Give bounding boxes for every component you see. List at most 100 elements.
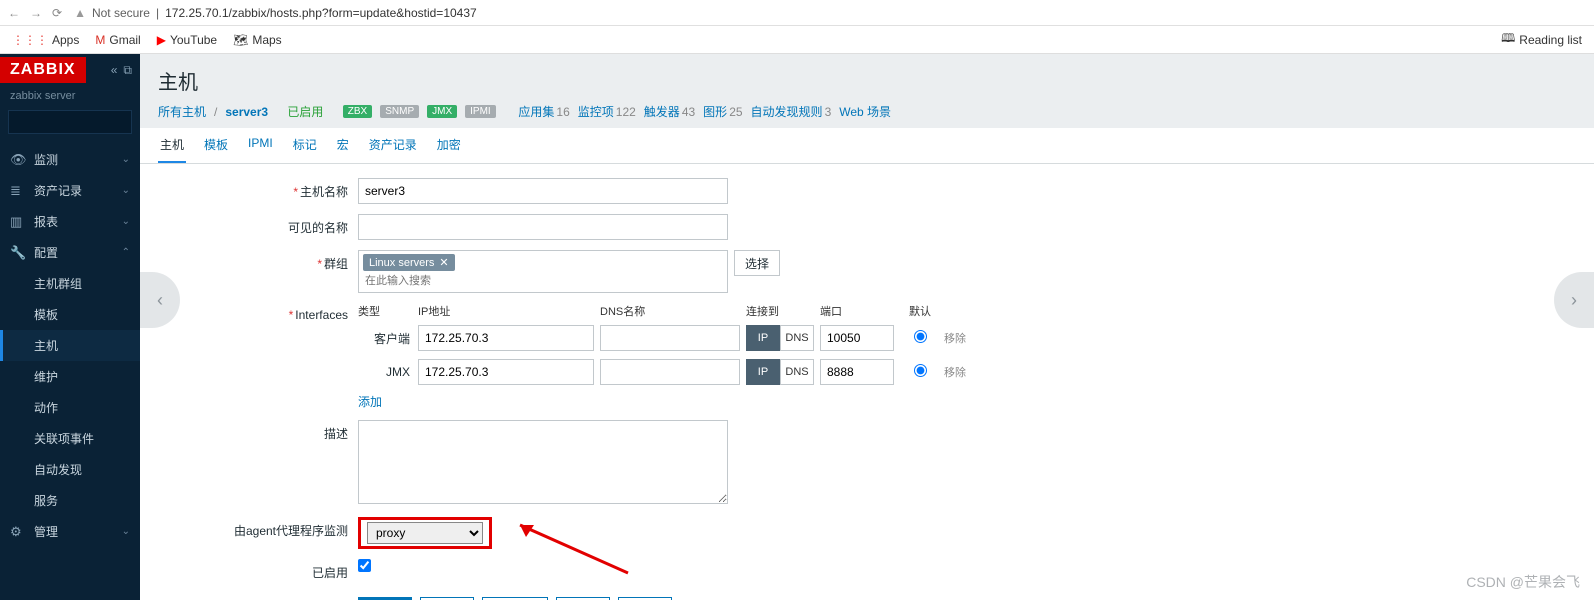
hostname-input[interactable] (358, 178, 728, 204)
group-chip[interactable]: Linux servers✕ (363, 254, 455, 271)
collapse-icon[interactable]: « (111, 63, 118, 78)
conn-dns-button[interactable]: DNS (780, 325, 814, 351)
iface-remove-link[interactable]: 移除 (944, 330, 966, 346)
sub-correlation[interactable]: 关联项事件 (0, 423, 140, 454)
page-title: 主机 (140, 54, 1594, 103)
sub-services[interactable]: 服务 (0, 485, 140, 516)
label-interfaces: Interfaces (295, 308, 348, 322)
sub-actions[interactable]: 动作 (0, 392, 140, 423)
hdr-default: 默认 (900, 303, 940, 319)
breadcrumb: 所有主机 / server3 已启用 ZBX SNMP JMX IPMI 应用集… (140, 103, 1594, 128)
maps-bookmark[interactable]: 🗺Maps (233, 33, 282, 47)
hdr-port: 端口 (820, 303, 900, 319)
iface-type: 客户端 (358, 330, 418, 347)
chevron-down-icon: ⌄ (122, 216, 130, 227)
nav-inventory[interactable]: ≣资产记录⌄ (0, 175, 140, 206)
gmail-bookmark[interactable]: MGmail (95, 33, 140, 47)
iface-dns-input[interactable] (600, 359, 740, 385)
add-interface-link[interactable]: 添加 (358, 395, 382, 409)
watermark: CSDN @芒果会飞 (1466, 572, 1580, 592)
annotation-highlight: proxy (358, 517, 492, 549)
conn-ip-button[interactable]: IP (746, 359, 780, 385)
tab-ipmi[interactable]: IPMI (246, 128, 275, 163)
label-hostname: 主机名称 (300, 185, 348, 199)
nav-monitoring[interactable]: 👁监测⌄ (0, 144, 140, 175)
iface-default-radio[interactable] (914, 364, 927, 377)
reload-icon[interactable]: ⟳ (52, 6, 62, 20)
label-description: 描述 (324, 427, 348, 441)
badge-zbx: ZBX (343, 105, 372, 118)
chevron-down-icon: ⌄ (122, 526, 130, 537)
wrench-icon: 🔧 (10, 245, 28, 261)
iface-port-input[interactable] (820, 325, 894, 351)
iface-dns-input[interactable] (600, 325, 740, 351)
conn-ip-button[interactable]: IP (746, 325, 780, 351)
badge-ipmi: IPMI (465, 105, 496, 118)
tab-encryption[interactable]: 加密 (435, 128, 463, 163)
close-icon[interactable]: ✕ (439, 256, 448, 269)
tab-tags[interactable]: 标记 (291, 128, 319, 163)
description-textarea[interactable] (358, 420, 728, 504)
server-name: zabbix server (0, 86, 140, 110)
nav-reports[interactable]: ▥报表⌄ (0, 206, 140, 237)
apps-bookmark[interactable]: ⋮⋮⋮Apps (12, 33, 79, 47)
hdr-dns: DNS名称 (600, 303, 746, 319)
groups-multiselect[interactable]: Linux servers✕ (358, 250, 728, 293)
sub-maintenance[interactable]: 维护 (0, 361, 140, 392)
sub-hosts[interactable]: 主机 (0, 330, 140, 361)
nav-admin[interactable]: ⚙管理⌄ (0, 516, 140, 547)
iface-default-radio[interactable] (914, 330, 927, 343)
proxy-select[interactable]: proxy (367, 522, 483, 544)
chevron-down-icon: ⌄ (122, 185, 130, 196)
iface-type: JMX (358, 365, 418, 379)
tab-inventory[interactable]: 资产记录 (367, 128, 419, 163)
label-proxy: 由agent代理程序监测 (234, 524, 348, 538)
chevron-down-icon: ⌄ (122, 154, 130, 165)
iface-ip-input[interactable] (418, 359, 594, 385)
bc-current[interactable]: server3 (225, 105, 268, 119)
select-groups-button[interactable]: 选择 (734, 250, 780, 276)
back-icon[interactable]: ← (8, 6, 20, 20)
bc-all-hosts[interactable]: 所有主机 (158, 103, 206, 120)
bc-web[interactable]: Web 场景 (839, 103, 891, 120)
bc-discovery[interactable]: 自动发现规则3 (751, 103, 832, 120)
youtube-bookmark[interactable]: ▶YouTube (157, 33, 217, 47)
hdr-ip: IP地址 (418, 303, 600, 319)
chart-icon: ▥ (10, 214, 28, 230)
sub-discovery[interactable]: 自动发现 (0, 454, 140, 485)
tab-host[interactable]: 主机 (158, 128, 186, 163)
url-text: 172.25.70.1/zabbix/hosts.php?form=update… (165, 6, 477, 20)
iface-ip-input[interactable] (418, 325, 594, 351)
gear-icon: ⚙ (10, 524, 28, 540)
tab-macros[interactable]: 宏 (335, 128, 351, 163)
groups-search-input[interactable] (363, 273, 723, 289)
iface-remove-link[interactable]: 移除 (944, 364, 966, 380)
nav-config[interactable]: 🔧配置⌃ (0, 237, 140, 268)
status-enabled: 已启用 (287, 103, 323, 120)
sidebar-search[interactable]: 🔍 (8, 110, 132, 134)
reading-list[interactable]: 🕮Reading list (1501, 29, 1582, 50)
interface-row: JMX IP DNS 移除 (358, 359, 966, 385)
interface-row: 客户端 IP DNS 移除 (358, 325, 966, 351)
bc-graphs[interactable]: 图形25 (703, 103, 742, 120)
label-enabled: 已启用 (312, 566, 348, 580)
content: 主机 所有主机 / server3 已启用 ZBX SNMP JMX IPMI … (140, 54, 1594, 600)
label-visiblename: 可见的名称 (288, 221, 348, 235)
forward-icon[interactable]: → (30, 6, 42, 20)
bc-triggers[interactable]: 触发器43 (644, 103, 695, 120)
iface-port-input[interactable] (820, 359, 894, 385)
list-icon: ≣ (10, 183, 28, 199)
conn-dns-button[interactable]: DNS (780, 359, 814, 385)
enabled-checkbox[interactable] (358, 559, 371, 572)
bc-apps[interactable]: 应用集16 (518, 103, 569, 120)
tab-templates[interactable]: 模板 (202, 128, 230, 163)
badge-jmx: JMX (427, 105, 457, 118)
popout-icon[interactable]: ⧉ (123, 63, 132, 78)
logo[interactable]: ZABBIX (0, 57, 86, 83)
sub-hostgroups[interactable]: 主机群组 (0, 268, 140, 299)
hdr-connect: 连接到 (746, 303, 820, 319)
sidebar: ZABBIX « ⧉ zabbix server 🔍 👁监测⌄ ≣资产记录⌄ ▥… (0, 54, 140, 600)
bc-items[interactable]: 监控项122 (578, 103, 636, 120)
visiblename-input[interactable] (358, 214, 728, 240)
sub-templates[interactable]: 模板 (0, 299, 140, 330)
